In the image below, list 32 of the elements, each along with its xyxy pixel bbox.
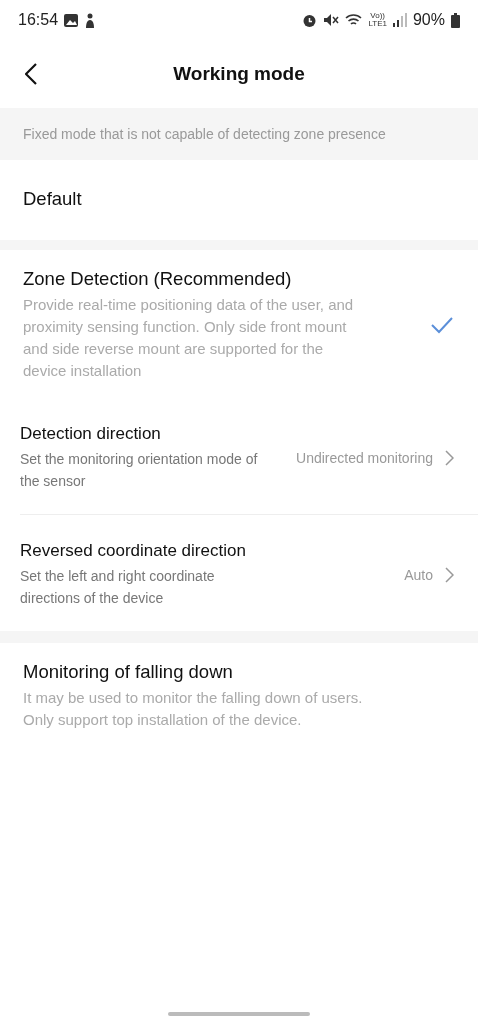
- mute-icon: [323, 13, 340, 27]
- mode-description: Provide real-time positioning data of the user, and proximity sensing function. Only side front mount and side reverse mount are supported for the device installation: [23, 295, 355, 381]
- setting-title: Reversed coordinate direction: [20, 541, 247, 561]
- chevron-icon: [445, 567, 454, 583]
- mode-option[interactable]: Zone Detection (Recommended) Provide real-time positioning data of the user, and proximity sensing function. Only side front mount and side reverse mount are supported for the device installation: [0, 250, 478, 398]
- figure-icon: [84, 12, 97, 28]
- battery-icon: [451, 12, 460, 28]
- gallery-icon: [64, 13, 79, 27]
- wifi-icon: [345, 13, 363, 27]
- mode-description: It may be used to monitor the falling down of users. Only support top installation of the device.: [23, 688, 364, 730]
- network-label: LTE1: [368, 20, 387, 28]
- status-time: 16:54: [18, 11, 59, 29]
- volte-label: Vo)): [370, 12, 386, 20]
- page-title: Working mode: [173, 63, 305, 85]
- mode-title: Monitoring of falling down: [23, 661, 234, 683]
- setting-description: Set the monitoring orientation mode of the sensor: [20, 450, 259, 491]
- setting-value: Undirected monitoring: [296, 450, 433, 466]
- setting-description: Set the left and right coordinate directions of the device: [20, 567, 216, 608]
- signal-icon: [392, 13, 407, 27]
- setting-row[interactable]: Detection direction Set the monitoring orientation mode of the sensor Undirected monitoring: [20, 398, 478, 515]
- battery-percent: 90%: [412, 11, 445, 29]
- setting-title: Detection direction: [20, 424, 162, 444]
- mode-option[interactable]: Default: [0, 160, 478, 250]
- setting-value: Auto: [404, 567, 433, 583]
- mode-option[interactable]: Monitoring of falling down It may be used to monitor the falling down of users. Only support top installation of the device.: [0, 643, 478, 747]
- check-icon: [430, 316, 454, 334]
- setting-row[interactable]: Reversed coordinate direction Set the left and right coordinate directions of the device Auto: [0, 515, 478, 643]
- chevron-icon: [445, 450, 454, 466]
- alarm-icon: [302, 12, 318, 28]
- mode-title: Zone Detection (Recommended): [23, 268, 293, 290]
- mode-title: Default: [23, 188, 83, 210]
- banner-text: Fixed mode that is not capable of detecting zone presence: [23, 126, 386, 142]
